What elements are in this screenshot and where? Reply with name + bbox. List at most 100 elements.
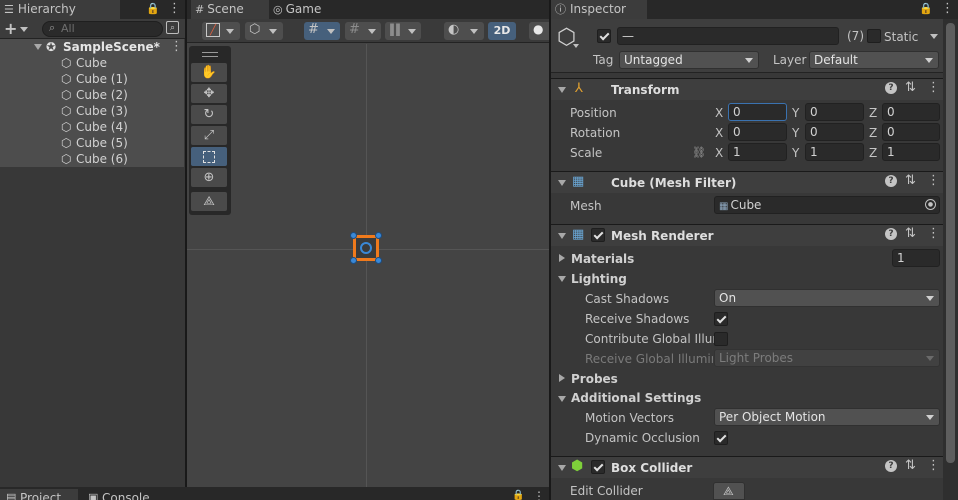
active-checkbox[interactable] bbox=[597, 29, 611, 43]
constrain-proportions-icon[interactable]: ⛓ bbox=[692, 146, 706, 159]
project-tab[interactable]: ▤ Project bbox=[0, 489, 78, 500]
presets-icon[interactable]: ⇅ bbox=[905, 458, 916, 473]
axis-label-y[interactable]: Y bbox=[792, 144, 799, 162]
mesh-renderer-enabled-checkbox[interactable] bbox=[591, 228, 605, 242]
axis-label-z[interactable]: Z bbox=[869, 104, 877, 122]
scale-tool-button[interactable]: ⤢ bbox=[191, 126, 227, 145]
scene-menu-icon[interactable]: ⋮ bbox=[170, 39, 183, 55]
axis-label-x[interactable]: X bbox=[715, 124, 723, 142]
component-menu-icon[interactable]: ⋮ bbox=[927, 226, 940, 241]
axis-label-x[interactable]: X bbox=[715, 104, 723, 122]
rotation-y-field[interactable]: 0 bbox=[805, 123, 864, 141]
pivot-circle[interactable] bbox=[360, 242, 372, 254]
draw-mode-button[interactable]: ╱ bbox=[202, 22, 240, 40]
more-menu-icon[interactable]: ⋮ bbox=[941, 1, 954, 16]
presets-icon[interactable]: ⇅ bbox=[905, 173, 916, 188]
box-collider-header[interactable]: ⬢ Box Collider ? ⇅ ⋮ bbox=[551, 456, 943, 478]
more-menu-icon[interactable]: ⋮ bbox=[533, 489, 545, 500]
hierarchy-item[interactable]: ⬡ Cube bbox=[0, 55, 184, 71]
layer-dropdown[interactable]: Default bbox=[809, 51, 939, 69]
lock-icon[interactable]: 🔒 bbox=[919, 2, 933, 15]
foldout-toggle[interactable] bbox=[558, 233, 566, 239]
cast-shadows-dropdown[interactable]: On bbox=[714, 289, 940, 307]
mesh-object-field[interactable]: ▦ Cube ● bbox=[714, 196, 940, 214]
help-icon[interactable]: ? bbox=[885, 460, 897, 472]
pivot-toggle-button[interactable]: # bbox=[304, 22, 340, 40]
position-x-field[interactable]: 0 bbox=[728, 103, 787, 121]
rect-handle[interactable] bbox=[375, 232, 382, 239]
rotate-tool-button[interactable]: ↻ bbox=[191, 105, 227, 124]
more-menu-icon[interactable]: ⋮ bbox=[168, 1, 181, 16]
foldout-toggle[interactable] bbox=[558, 465, 566, 471]
scene-search-icon[interactable]: ⌕ bbox=[166, 21, 179, 34]
scale-y-field[interactable]: 1 bbox=[805, 143, 864, 161]
selected-objects-gizmo[interactable] bbox=[350, 232, 382, 264]
tag-dropdown[interactable]: Untagged bbox=[619, 51, 759, 69]
game-tab[interactable]: ◎ Game bbox=[269, 0, 339, 19]
axis-label-z[interactable]: Z bbox=[869, 124, 877, 142]
hierarchy-item[interactable]: ⬡ Cube (6) bbox=[0, 151, 184, 167]
rect-handle[interactable] bbox=[350, 232, 357, 239]
lock-icon[interactable]: 🔒 bbox=[512, 490, 524, 500]
foldout-toggle[interactable] bbox=[558, 180, 566, 186]
rotation-x-field[interactable]: 0 bbox=[728, 123, 787, 141]
increment-snap-button[interactable]: ‖‖ bbox=[385, 22, 421, 40]
axis-label-x[interactable]: X bbox=[715, 144, 723, 162]
mesh-renderer-header[interactable]: ▦ Mesh Renderer ? ⇅ ⋮ bbox=[551, 224, 943, 246]
overlay-drag-handle[interactable] bbox=[202, 52, 218, 57]
static-dropdown-caret[interactable] bbox=[930, 34, 938, 39]
axis-label-z[interactable]: Z bbox=[869, 144, 877, 162]
hierarchy-tab[interactable]: ☰ Hierarchy bbox=[0, 0, 120, 19]
materials-foldout[interactable] bbox=[559, 254, 565, 262]
lighting-toggle-button[interactable]: ● bbox=[529, 22, 549, 40]
help-icon[interactable]: ? bbox=[885, 175, 897, 187]
presets-icon[interactable]: ⇅ bbox=[905, 80, 916, 95]
scale-x-field[interactable]: 1 bbox=[728, 143, 787, 161]
render-mode-button[interactable]: ⬡ bbox=[245, 22, 283, 40]
grid-snap-button[interactable]: # bbox=[345, 22, 381, 40]
hierarchy-search-input[interactable]: ⌕ All bbox=[42, 21, 163, 37]
rect-handle[interactable] bbox=[350, 257, 357, 264]
lighting-foldout[interactable] bbox=[558, 276, 566, 282]
scale-z-field[interactable]: 1 bbox=[882, 143, 940, 161]
expand-toggle[interactable] bbox=[34, 44, 42, 50]
component-menu-icon[interactable]: ⋮ bbox=[927, 173, 940, 188]
position-z-field[interactable]: 0 bbox=[882, 103, 940, 121]
dynamic-occlusion-checkbox[interactable] bbox=[714, 431, 728, 445]
lock-icon[interactable]: 🔒 bbox=[146, 2, 160, 15]
add-dropdown-caret[interactable] bbox=[20, 27, 28, 32]
transform-tool-button[interactable]: ⊕ bbox=[191, 168, 227, 187]
rect-handle[interactable] bbox=[375, 257, 382, 264]
hierarchy-item[interactable]: ⬡ Cube (3) bbox=[0, 103, 184, 119]
scrollbar-thumb[interactable] bbox=[946, 23, 955, 463]
custom-tool-button[interactable]: ⟁ bbox=[191, 192, 227, 211]
rotation-z-field[interactable]: 0 bbox=[882, 123, 940, 141]
scene-tab[interactable]: # Scene bbox=[191, 0, 269, 19]
mesh-filter-header[interactable]: ▦ Cube (Mesh Filter) ? ⇅ ⋮ bbox=[551, 171, 943, 193]
axis-label-y[interactable]: Y bbox=[792, 104, 799, 122]
presets-icon[interactable]: ⇅ bbox=[905, 226, 916, 241]
add-icon[interactable]: + bbox=[4, 19, 17, 38]
move-tool-button[interactable]: ✥ bbox=[191, 84, 227, 103]
hand-tool-button[interactable]: ✋ bbox=[191, 63, 227, 82]
motion-vectors-dropdown[interactable]: Per Object Motion bbox=[714, 408, 940, 426]
camera-view-button[interactable]: ◐ bbox=[444, 22, 484, 40]
component-menu-icon[interactable]: ⋮ bbox=[927, 458, 940, 473]
transform-header[interactable]: ⅄ Transform ? ⇅ ⋮ bbox=[551, 78, 943, 100]
receive-shadows-checkbox[interactable] bbox=[714, 312, 728, 326]
hierarchy-item[interactable]: ⬡ Cube (1) bbox=[0, 71, 184, 87]
object-picker-icon[interactable]: ● bbox=[925, 199, 936, 210]
rect-tool-button[interactable] bbox=[191, 147, 227, 166]
help-icon[interactable]: ? bbox=[885, 82, 897, 94]
edit-collider-button[interactable]: ⟁ bbox=[713, 482, 745, 500]
box-collider-enabled-checkbox[interactable] bbox=[591, 460, 605, 474]
help-icon[interactable]: ? bbox=[885, 228, 897, 240]
inspector-tab[interactable]: ⓘ Inspector bbox=[551, 0, 647, 19]
hierarchy-item[interactable]: ⬡ Cube (5) bbox=[0, 135, 184, 151]
scene-row[interactable]: ✪ SampleScene* ⋮ bbox=[0, 39, 184, 55]
inspector-scrollbar[interactable] bbox=[943, 19, 958, 500]
position-y-field[interactable]: 0 bbox=[805, 103, 864, 121]
scene-viewport[interactable] bbox=[187, 44, 549, 487]
static-checkbox[interactable] bbox=[867, 29, 881, 43]
contribute-gi-checkbox[interactable] bbox=[714, 332, 728, 346]
